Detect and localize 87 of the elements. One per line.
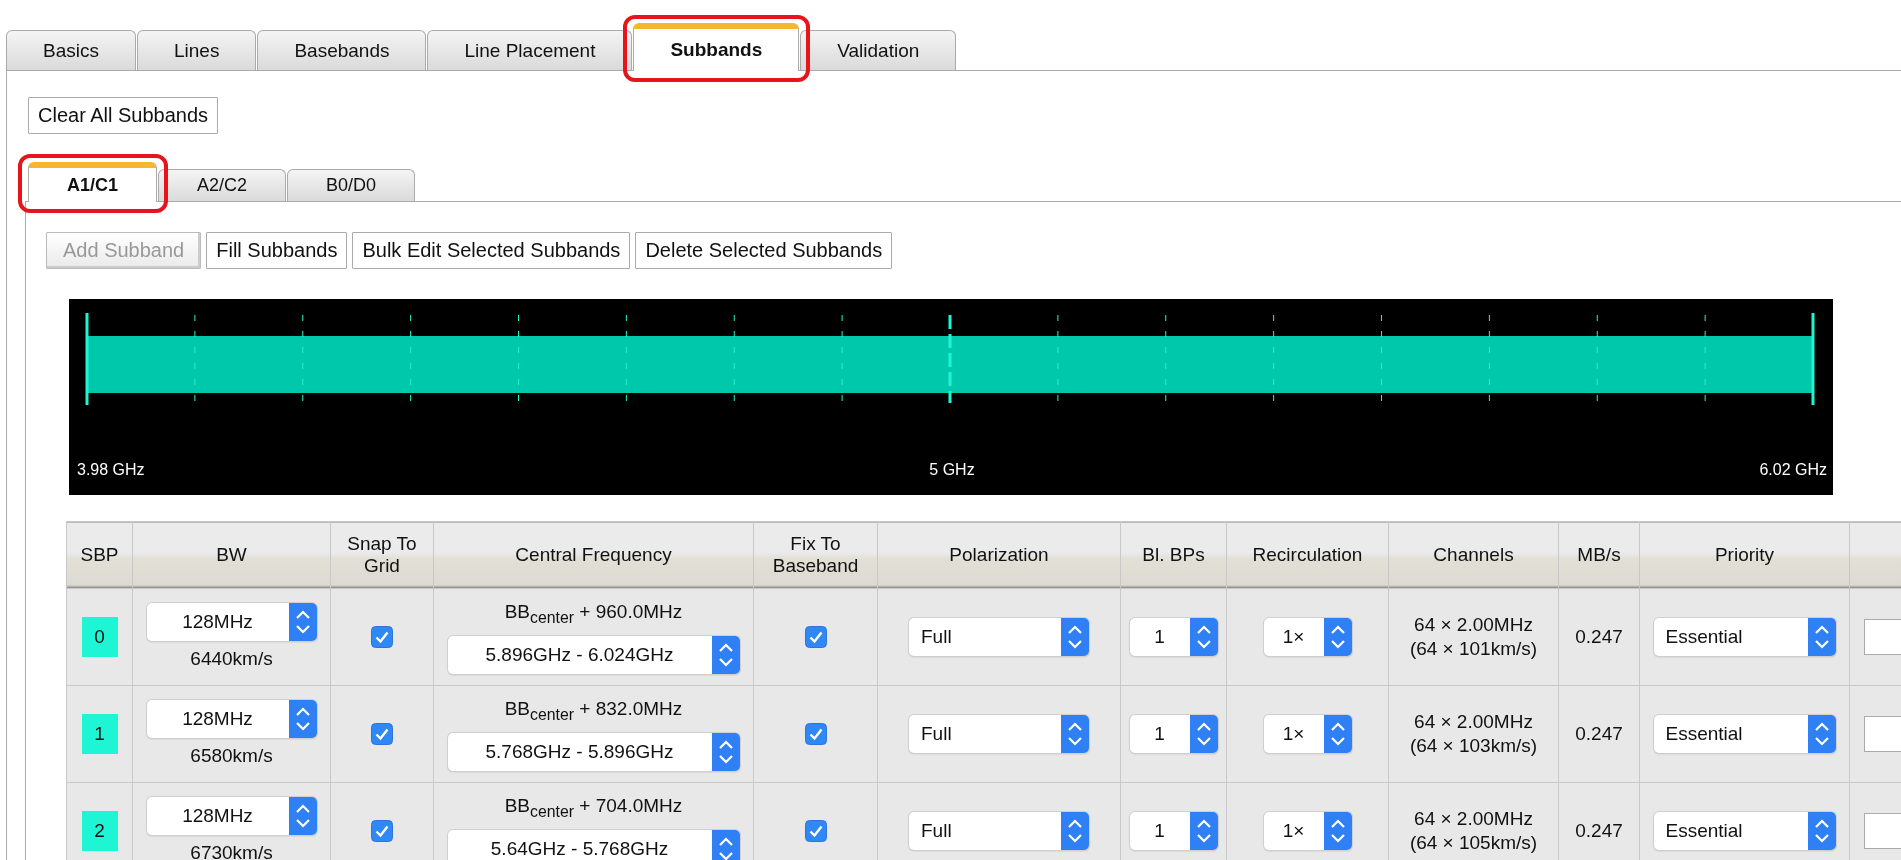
column-header: Priority bbox=[1639, 521, 1850, 589]
sbp-badge: 0 bbox=[81, 617, 118, 657]
bandwidth-select[interactable]: 128MHz bbox=[146, 603, 317, 641]
checkbox[interactable] bbox=[804, 723, 827, 746]
frequency-range-select[interactable]: 5.768GHz - 5.896GHz bbox=[447, 732, 740, 771]
column-header: SBP bbox=[66, 521, 133, 589]
tab[interactable]: A2/C2 bbox=[158, 169, 287, 201]
frequency-range-select[interactable]: 5.896GHz - 6.024GHz bbox=[447, 635, 740, 674]
priority-select[interactable]: Essential bbox=[1653, 618, 1836, 656]
tab[interactable]: Line Placement bbox=[427, 30, 633, 70]
checkbox[interactable] bbox=[371, 820, 393, 843]
stepper-icon bbox=[1061, 715, 1089, 753]
tab[interactable]: Lines bbox=[136, 30, 257, 70]
stepper-icon bbox=[1323, 715, 1352, 753]
column-header: Fix To Baseband bbox=[753, 521, 878, 589]
checkbox[interactable] bbox=[371, 626, 393, 649]
bandwidth-select[interactable]: 128MHz bbox=[146, 797, 317, 835]
column-header: Snap To Grid bbox=[330, 521, 434, 589]
bandwidth-select[interactable]: 128MHz bbox=[146, 700, 317, 738]
offset-text: BB$_{center}$ + 960.0MHz bbox=[503, 600, 684, 628]
offset-text: BB$_{center}$ + 704.0MHz bbox=[503, 794, 684, 822]
tab[interactable]: Basics bbox=[6, 30, 136, 70]
stepper-icon bbox=[288, 797, 317, 835]
clear-all-button[interactable]: Clear All Subbands bbox=[28, 97, 219, 134]
axis-label: 5 GHz bbox=[929, 461, 975, 479]
baseline-bps-select[interactable]: 1 bbox=[1129, 715, 1218, 753]
polarization-select[interactable]: Full bbox=[909, 618, 1089, 656]
stepper-icon bbox=[1323, 812, 1352, 850]
velocity-text: 6730km/s bbox=[189, 841, 274, 860]
stepper-icon bbox=[1189, 618, 1218, 656]
tab[interactable]: Validation bbox=[800, 30, 957, 70]
axis-label: 3.98 GHz bbox=[77, 461, 145, 479]
stepper-icon bbox=[1189, 812, 1218, 850]
channels-text: 64 × 2.00MHz bbox=[1413, 613, 1534, 637]
action-button[interactable]: Delete Selected Subbands bbox=[635, 232, 893, 269]
column-header: Bl. BPs bbox=[1120, 521, 1227, 589]
recirculation-select[interactable]: 1× bbox=[1263, 812, 1352, 850]
column-header: Polarization bbox=[877, 521, 1121, 589]
stepper-icon bbox=[1807, 812, 1836, 850]
priority-select[interactable]: Essential bbox=[1653, 715, 1836, 753]
stepper-icon bbox=[1061, 618, 1089, 656]
channel-velocity-text: (64 × 103km/s) bbox=[1408, 734, 1539, 758]
tab[interactable]: Basebands bbox=[257, 30, 427, 70]
polarization-select[interactable]: Full bbox=[909, 812, 1089, 850]
stepper-icon bbox=[288, 700, 317, 738]
channels-text: 64 × 2.00MHz bbox=[1413, 807, 1534, 831]
checkbox[interactable] bbox=[804, 626, 827, 649]
baseline-bps-select[interactable]: 1 bbox=[1129, 812, 1218, 850]
channel-velocity-text: (64 × 105km/s) bbox=[1408, 831, 1539, 855]
column-header: BW bbox=[132, 521, 331, 589]
column-header: Channels bbox=[1388, 521, 1559, 589]
column-header: Central Frequency bbox=[433, 521, 754, 589]
stepper-icon bbox=[1807, 715, 1836, 753]
stepper-icon bbox=[1323, 618, 1352, 656]
stepper-icon bbox=[711, 829, 740, 860]
rate-text: 0.247 bbox=[1574, 625, 1624, 649]
rate-text: 0.247 bbox=[1574, 722, 1624, 746]
offset-text: BB$_{center}$ + 832.0MHz bbox=[503, 697, 684, 725]
stepper-icon bbox=[711, 635, 740, 674]
recirculation-select[interactable]: 1× bbox=[1263, 715, 1352, 753]
sbp-badge: 2 bbox=[81, 811, 118, 851]
channel-velocity-text: (64 × 101km/s) bbox=[1408, 637, 1539, 661]
sbp-badge: 1 bbox=[81, 714, 118, 754]
tab[interactable]: Subbands bbox=[633, 23, 800, 71]
column-header: MB/s bbox=[1558, 521, 1640, 589]
stepper-icon bbox=[711, 732, 740, 771]
action-button[interactable]: Fill Subbands bbox=[206, 232, 348, 269]
stepper-icon bbox=[1807, 618, 1836, 656]
recirculation-select[interactable]: 1× bbox=[1263, 618, 1352, 656]
rate-text: 0.247 bbox=[1574, 819, 1624, 843]
tab[interactable]: A1/C1 bbox=[28, 162, 158, 202]
stepper-icon bbox=[1061, 812, 1089, 850]
velocity-text: 6580km/s bbox=[189, 744, 274, 768]
checkbox[interactable] bbox=[371, 723, 393, 746]
velocity-text: 6440km/s bbox=[189, 647, 274, 671]
checkbox[interactable] bbox=[804, 820, 827, 843]
baseline-bps-select[interactable]: 1 bbox=[1129, 618, 1218, 656]
channels-text: 64 × 2.00MHz bbox=[1413, 710, 1534, 734]
priority-select[interactable]: Essential bbox=[1653, 812, 1836, 850]
action-button[interactable]: Bulk Edit Selected Subbands bbox=[352, 232, 631, 269]
column-header: Recirculation bbox=[1226, 521, 1389, 589]
tab[interactable]: B0/D0 bbox=[287, 169, 416, 201]
polarization-select[interactable]: Full bbox=[909, 715, 1089, 753]
stepper-icon bbox=[288, 603, 317, 641]
frequency-range-select[interactable]: 5.64GHz - 5.768GHz bbox=[447, 829, 740, 860]
stepper-icon bbox=[1189, 715, 1218, 753]
axis-label: 6.02 GHz bbox=[1759, 461, 1827, 479]
